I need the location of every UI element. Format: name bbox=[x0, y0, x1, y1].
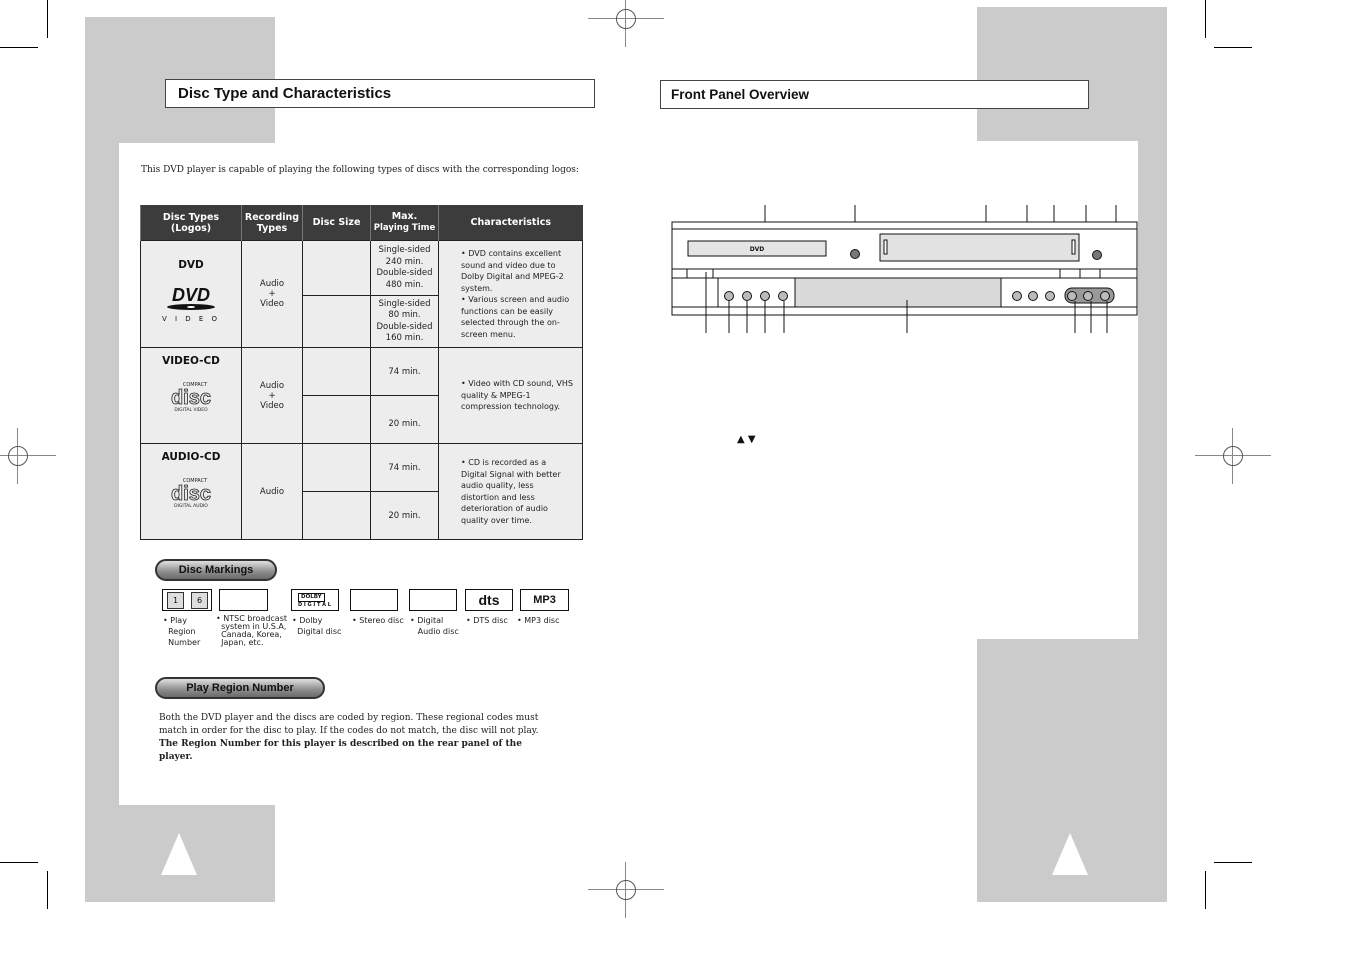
control-buttons bbox=[1012, 291, 1055, 301]
disc-type-label: VIDEO-CD bbox=[162, 355, 220, 367]
svg-text:disc: disc bbox=[171, 483, 211, 505]
open-close-button bbox=[850, 249, 860, 259]
play-region-paragraph: Both the DVD player and the discs are co… bbox=[159, 713, 539, 762]
disc-type-cell: DVD DVD V I D E O bbox=[140, 240, 242, 348]
svg-text:disc: disc bbox=[171, 387, 211, 409]
disc-size-cell bbox=[302, 491, 371, 540]
page-title: Front Panel Overview bbox=[660, 80, 1089, 109]
table-row: DVD DVD V I D E O Audio + Video Single-sid… bbox=[140, 240, 583, 348]
crop-mark bbox=[1205, 871, 1206, 909]
marking-label: • Stereo disc bbox=[352, 616, 404, 625]
front-panel-diagram: DVD bbox=[671, 205, 1138, 333]
crop-mark bbox=[1214, 862, 1252, 863]
compact-disc-digital-audio-logo-icon: COMPACT disc DIGITAL AUDIO bbox=[171, 478, 212, 509]
crop-mark bbox=[47, 871, 48, 909]
playing-time-cell: 20 min. bbox=[370, 395, 439, 444]
svg-text:DVD: DVD bbox=[750, 246, 765, 253]
playing-time-cell: 74 min. bbox=[370, 443, 439, 492]
region-number-icon: 1 6 bbox=[162, 589, 212, 611]
characteristics-cell: • DVD contains excellent sound and video… bbox=[438, 240, 583, 348]
recording-type-cell: Audio + Video bbox=[241, 240, 303, 348]
disc-size-cell bbox=[302, 347, 371, 396]
disc-size-cell bbox=[302, 443, 371, 492]
right-sidebar-strip bbox=[1138, 141, 1167, 639]
header-characteristics: Characteristics bbox=[438, 205, 583, 241]
disc-type-cell: VIDEO-CD COMPACT disc DIGITAL VIDEO bbox=[140, 347, 242, 444]
crop-mark bbox=[1214, 47, 1252, 48]
marking-label: • Dolby Digital disc bbox=[292, 616, 342, 636]
header-max-playing-time: Max. Playing Time bbox=[370, 205, 439, 241]
disc-size-cell bbox=[302, 295, 371, 348]
svg-text:V I D E O: V I D E O bbox=[162, 315, 220, 323]
disc-size-cell bbox=[302, 395, 371, 444]
page-title: Disc Type and Characteristics bbox=[165, 79, 595, 108]
recording-type-cell: Audio + Video bbox=[241, 347, 303, 444]
crop-mark bbox=[0, 47, 38, 48]
playing-time-cell: 20 min. bbox=[370, 491, 439, 540]
marking-label: • DTS disc bbox=[466, 616, 508, 625]
table-header-row: Disc Types (Logos) Recording Types Disc Si… bbox=[140, 205, 583, 241]
dolby-digital-icon: DOLBY D I G I T A L bbox=[291, 589, 339, 611]
recording-type-cell: Audio bbox=[241, 443, 303, 540]
table-row: VIDEO-CD COMPACT disc DIGITAL VIDEO Audi… bbox=[140, 347, 583, 444]
disc-type-cell: AUDIO-CD COMPACT disc DIGITAL AUDIO bbox=[140, 443, 242, 540]
power-button bbox=[1092, 250, 1102, 260]
marking-label: • Play Region Number bbox=[163, 616, 201, 647]
table-row: AUDIO-CD COMPACT disc DIGITAL AUDIO Audi… bbox=[140, 443, 583, 540]
page-title-text: Disc Type and Characteristics bbox=[178, 85, 392, 102]
up-down-arrows: ▲ ▼ bbox=[737, 434, 756, 445]
header-disc-types: Disc Types (Logos) bbox=[140, 205, 242, 241]
characteristics-cell: • Video with CD sound, VHS quality & MPE… bbox=[438, 347, 583, 444]
left-sidebar-strip bbox=[85, 143, 119, 805]
svg-text:DIGITAL AUDIO: DIGITAL AUDIO bbox=[174, 503, 208, 509]
page-marker-triangle-icon bbox=[161, 833, 197, 875]
right-sidebar-top bbox=[977, 7, 1167, 141]
registration-mark bbox=[1195, 428, 1271, 484]
crop-mark bbox=[0, 862, 38, 863]
play-region-heading: Play Region Number bbox=[155, 677, 325, 699]
disc-type-table: Disc Types (Logos) Recording Types Disc Si… bbox=[140, 205, 583, 540]
disc-markings-heading: Disc Markings bbox=[155, 559, 277, 581]
header-disc-size: Disc Size bbox=[302, 205, 371, 241]
crop-mark bbox=[1205, 0, 1206, 38]
mp3-icon: MP3 bbox=[520, 589, 569, 611]
ntsc-icon bbox=[219, 589, 268, 611]
page-title-text: Front Panel Overview bbox=[671, 87, 810, 102]
svg-text:DVD: DVD bbox=[172, 285, 210, 305]
registration-mark bbox=[0, 428, 56, 484]
dvd-video-logo-icon: DVD V I D E O bbox=[162, 285, 220, 323]
playing-time-cell: Single-sided 240 min. Double-sided 480 min. bbox=[370, 240, 439, 296]
disc-type-label: AUDIO-CD bbox=[161, 451, 221, 463]
marking-label: • Digital Audio disc bbox=[410, 616, 459, 636]
registration-mark bbox=[588, 862, 664, 918]
page-marker-triangle-icon bbox=[1052, 833, 1088, 875]
playing-time-cell: 74 min. bbox=[370, 347, 439, 396]
disc-size-cell bbox=[302, 240, 371, 296]
svg-text:DIGITAL VIDEO: DIGITAL VIDEO bbox=[174, 407, 208, 413]
compact-disc-digital-video-logo-icon: COMPACT disc DIGITAL VIDEO bbox=[171, 382, 212, 413]
display-window bbox=[879, 233, 1080, 262]
digital-audio-icon bbox=[409, 589, 457, 611]
playing-time-cell: Single-sided 80 min. Double-sided 160 min. bbox=[370, 295, 439, 348]
stereo-icon bbox=[350, 589, 398, 611]
intro-text: This DVD player is capable of playing th… bbox=[141, 165, 579, 175]
registration-mark bbox=[588, 0, 664, 47]
front-flap bbox=[794, 277, 1002, 308]
crop-mark bbox=[47, 0, 48, 38]
marking-label: • MP3 disc bbox=[517, 616, 560, 625]
characteristics-cell: • CD is recorded as a Digital Signal wit… bbox=[438, 443, 583, 540]
header-recording-types: Recording Types bbox=[241, 205, 303, 241]
dts-icon: dts bbox=[465, 589, 513, 611]
disc-type-label: DVD bbox=[178, 259, 204, 271]
marking-label: • NTSC broadcast system in U.S.A, Canada… bbox=[216, 614, 288, 647]
